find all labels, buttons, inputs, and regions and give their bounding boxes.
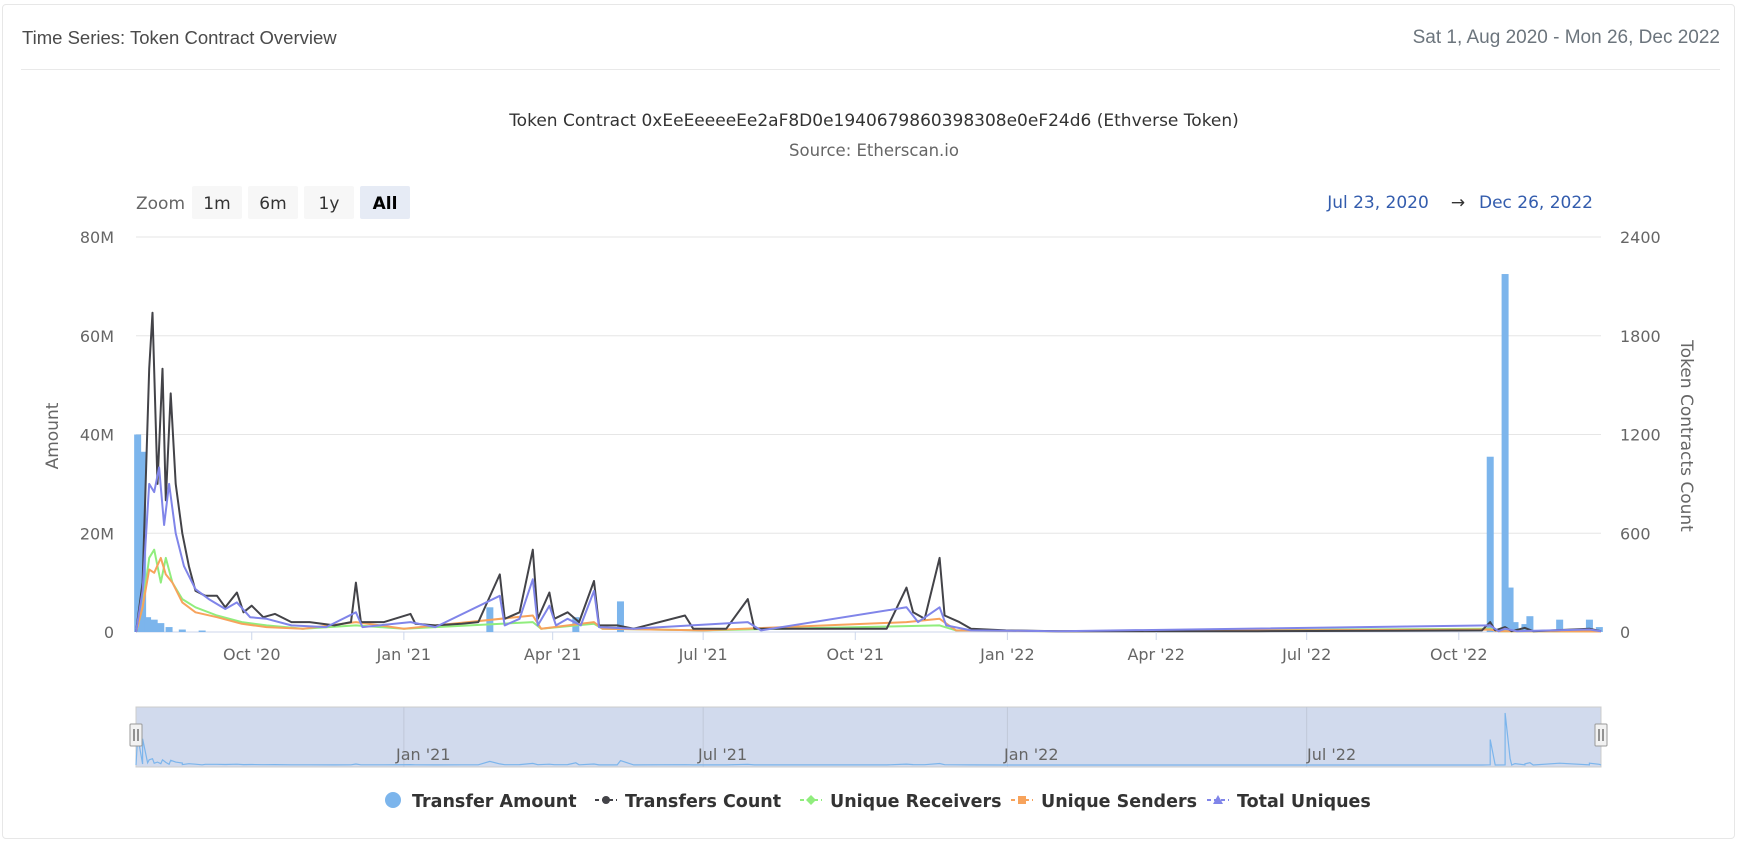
x-tick-label: Jan '21 [376, 645, 432, 664]
y-axis-left-title: Amount [43, 402, 63, 469]
range-input-to[interactable]: Dec 26, 2022 [1479, 193, 1593, 213]
y-right-tick-label: 1200 [1620, 426, 1661, 445]
navigator-label-jan22: Jan '22 [1003, 745, 1059, 764]
series-lines [135, 311, 1602, 633]
transfers-count-line [135, 311, 1602, 633]
legend: Transfer Amount Transfers Count Unique R… [385, 792, 1371, 812]
range-arrow: → [1451, 193, 1465, 213]
y-left-tick-label: 40M [80, 426, 114, 445]
chart-svg: Token Contract 0xEeEeeeeEe2aF8D0e1940679… [43, 111, 1696, 812]
navigator-label-jul22: Jul '22 [1306, 745, 1356, 764]
zoom-label: Zoom [136, 194, 185, 214]
x-tick-label: Jan '22 [979, 645, 1035, 664]
zoom-button-6m-label: 6m [259, 194, 286, 214]
navigator[interactable]: Jan '21 Jul '21 Jan '22 Jul '22 [129, 706, 1608, 768]
legend-label-transfers-count: Transfers Count [625, 792, 781, 812]
legend-label-unique-receivers: Unique Receivers [830, 792, 1002, 812]
y-axis-right-title: Token Contracts Count [1676, 339, 1696, 532]
zoom-button-1m-label: 1m [203, 194, 230, 214]
navigator-label-jan21: Jan '21 [395, 745, 451, 764]
transfer-amount-bar [144, 617, 152, 632]
navigator-handle-left[interactable] [129, 723, 143, 747]
y-right-tick-label: 1800 [1620, 327, 1661, 346]
chart-subtitle: Source: Etherscan.io [789, 141, 959, 160]
legend-item-total-uniques[interactable]: Total Uniques [1207, 792, 1371, 812]
grid-lines [136, 236, 1601, 633]
legend-item-unique-senders[interactable]: Unique Senders [1011, 792, 1197, 812]
x-tick-label: Oct '22 [1430, 645, 1488, 664]
transfer-amount-bar [198, 630, 206, 632]
navigator-handle-right[interactable] [1594, 723, 1608, 747]
unique-senders-line [135, 556, 1602, 633]
x-tick-label: Apr '22 [1127, 645, 1185, 664]
axes: 0 0 20M 600 40M 1200 60M 1800 80M 2400 Oct '20 Jan … [80, 228, 1661, 664]
legend-item-transfer-amount[interactable]: Transfer Amount [385, 792, 577, 812]
legend-label-unique-senders: Unique Senders [1041, 792, 1197, 812]
chart-title: Token Contract 0xEeEeeeeEe2aF8D0e1940679… [508, 111, 1239, 131]
navigator-label-jul21: Jul '21 [697, 745, 747, 764]
zoom-button-all[interactable]: All [360, 186, 410, 219]
y-right-tick-label: 600 [1620, 524, 1651, 543]
y-left-tick-label: 20M [80, 524, 114, 543]
y-right-tick-label: 0 [1620, 623, 1630, 642]
y-left-tick-label: 0 [104, 623, 114, 642]
y-right-tick-label: 2400 [1620, 228, 1661, 247]
transfer-amount-bars [134, 274, 1603, 632]
navigator-mask[interactable] [135, 706, 1602, 768]
transfer-amount-bar [178, 629, 186, 632]
y-left-tick-label: 80M [80, 228, 114, 247]
zoom-button-all-label: All [373, 194, 398, 214]
transfer-amount-bar [150, 619, 158, 632]
range-input-from[interactable]: Jul 23, 2020 [1326, 193, 1429, 213]
legend-item-unique-receivers[interactable]: Unique Receivers [800, 792, 1002, 812]
x-tick-label: Jul '22 [1281, 645, 1331, 664]
transfer-amount-bar [157, 623, 165, 632]
x-tick-label: Apr '21 [524, 645, 582, 664]
x-tick-label: Oct '20 [223, 645, 281, 664]
zoom-button-6m[interactable]: 6m [248, 186, 298, 219]
zoom-button-1y-label: 1y [319, 194, 340, 214]
total-uniques-line [135, 466, 1602, 633]
transfer-amount-bar [1486, 456, 1494, 632]
y-left-tick-label: 60M [80, 327, 114, 346]
transfer-amount-bar [165, 627, 173, 632]
transfer-amount-bar [1501, 274, 1509, 632]
x-tick-label: Jul '21 [678, 645, 728, 664]
legend-label-transfer-amount: Transfer Amount [412, 792, 577, 812]
legend-label-total-uniques: Total Uniques [1237, 792, 1371, 812]
zoom-button-1y[interactable]: 1y [304, 186, 354, 219]
legend-item-transfers-count[interactable]: Transfers Count [595, 792, 781, 812]
x-tick-label: Oct '21 [827, 645, 885, 664]
zoom-button-1m[interactable]: 1m [192, 186, 242, 219]
